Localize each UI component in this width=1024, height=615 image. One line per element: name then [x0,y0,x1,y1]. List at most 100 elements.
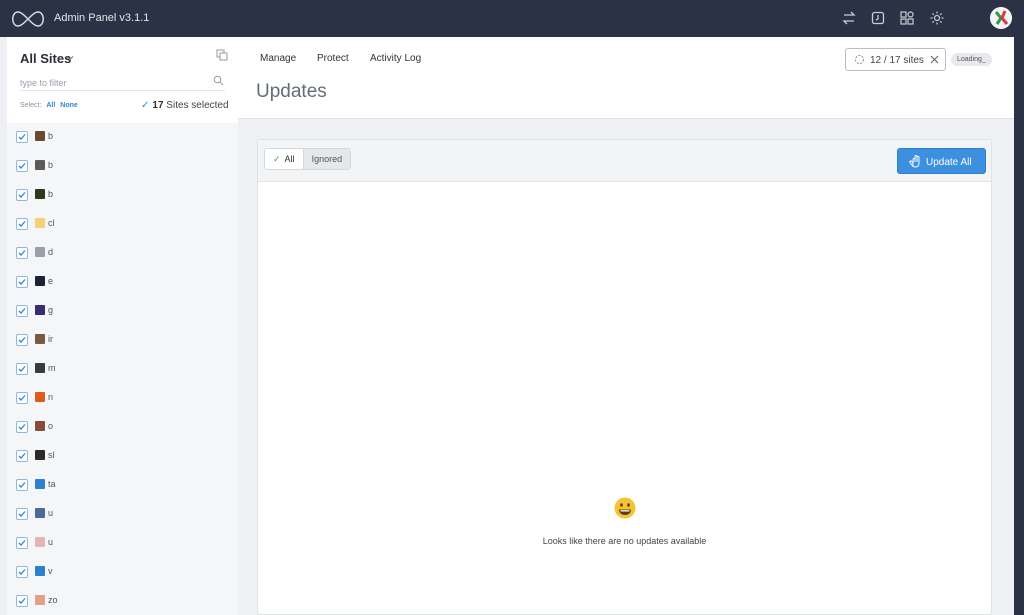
hand-pointer-icon [909,155,920,168]
site-name: o [48,421,54,431]
site-checkbox[interactable] [16,131,28,143]
site-list-item[interactable]: g [7,297,238,326]
top-bar: Admin Panel v3.1.1 [0,0,1024,37]
selected-count: ✓ 17 Sites selected [141,100,229,111]
site-checkbox[interactable] [16,450,28,462]
refresh-icon[interactable] [870,10,886,26]
site-name: sl [48,450,55,460]
selected-count-suffix: Sites selected [166,100,229,111]
site-checkbox[interactable] [16,334,28,346]
filter-all-label: All [284,154,295,164]
site-favicon [35,305,45,315]
site-list-item[interactable]: n [7,384,238,413]
site-checkbox[interactable] [16,247,28,259]
site-favicon [35,595,45,605]
site-checkbox[interactable] [16,160,28,172]
app-title: Admin Panel v3.1.1 [54,12,150,24]
site-list-item[interactable]: m [7,355,238,384]
site-list-item[interactable]: cl [7,210,238,239]
site-checkbox[interactable] [16,189,28,201]
site-favicon [35,450,45,460]
site-favicon [35,392,45,402]
update-all-button[interactable]: Update All [897,148,986,174]
select-all-link[interactable]: All [46,102,55,109]
search-icon[interactable] [213,75,224,86]
site-list-item[interactable]: zo [7,587,238,615]
site-filter-input[interactable] [20,75,225,91]
update-all-label: Update All [926,157,972,168]
site-checkbox[interactable] [16,537,28,549]
site-favicon [35,508,45,518]
site-list-item[interactable]: v [7,558,238,587]
site-list-item[interactable]: d [7,239,238,268]
site-list-item[interactable]: ta [7,471,238,500]
site-favicon [35,479,45,489]
site-name: ir [48,334,53,344]
close-icon[interactable] [930,55,939,64]
site-checkbox[interactable] [16,218,28,230]
site-name: n [48,392,54,402]
site-name: g [48,305,54,315]
site-name: d [48,247,54,257]
site-name: u [48,537,54,547]
loading-badge: Loading_ [951,53,992,66]
sites-filter-chip[interactable]: 12 / 17 sites [845,48,946,71]
transfer-icon[interactable] [841,10,857,26]
site-name: u [48,508,54,518]
sites-chip-label: 12 / 17 sites [870,55,924,66]
site-name: b [48,189,54,199]
site-name: cl [48,218,55,228]
main-header: Manage Protect Activity Log Updates 12 /… [238,37,1014,119]
site-favicon [35,566,45,576]
page-title: Updates [256,81,327,102]
filter-ignored-tab[interactable]: Ignored [302,149,351,169]
site-checkbox[interactable] [16,276,28,288]
site-name: m [48,363,56,373]
site-name: ta [48,479,56,489]
site-list: b b b cl d e g ir m n o sl ta u u v zo [7,123,238,615]
nav-protect[interactable]: Protect [317,53,349,64]
spinner-icon [855,55,864,64]
site-checkbox[interactable] [16,363,28,375]
select-none-link[interactable]: None [60,102,78,109]
site-checkbox[interactable] [16,421,28,433]
site-name: zo [48,595,58,605]
site-name: e [48,276,54,286]
site-list-item[interactable]: b [7,152,238,181]
site-list-item[interactable]: e [7,268,238,297]
site-favicon [35,160,45,170]
site-list-item[interactable]: u [7,500,238,529]
site-checkbox[interactable] [16,508,28,520]
user-avatar[interactable] [990,7,1012,29]
site-favicon [35,189,45,199]
nav-manage[interactable]: Manage [260,53,296,64]
site-list-item[interactable]: ir [7,326,238,355]
all-sites-dropdown[interactable]: All Sites [20,51,71,66]
site-checkbox[interactable] [16,392,28,404]
site-checkbox[interactable] [16,479,28,491]
update-filter-toggle: ✓ All Ignored [264,148,352,170]
chevron-down-icon[interactable] [65,53,75,63]
apps-icon[interactable] [899,10,915,26]
site-name: b [48,160,54,170]
nav-activity-log[interactable]: Activity Log [370,53,421,64]
site-list-item[interactable]: o [7,413,238,442]
site-checkbox[interactable] [16,595,28,607]
site-list-item[interactable]: sl [7,442,238,471]
site-checkbox[interactable] [16,566,28,578]
site-list-item[interactable]: b [7,123,238,152]
site-checkbox[interactable] [16,305,28,317]
site-name: v [48,566,53,576]
infinity-logo-icon[interactable] [8,9,48,29]
site-favicon [35,247,45,257]
updates-toolbar: ✓ All Ignored Update All [258,140,991,182]
updates-card: ✓ All Ignored Update All Looks like there… [257,139,992,615]
right-edge-bar [1014,37,1024,615]
site-list-item[interactable]: u [7,529,238,558]
filter-all-tab[interactable]: ✓ All [265,149,303,169]
copy-icon[interactable] [216,49,228,61]
site-favicon [35,218,45,228]
settings-icon[interactable] [929,10,945,26]
site-list-item[interactable]: b [7,181,238,210]
sidebar-header: All Sites Select: All None ✓17 Sites sel… [7,37,238,123]
